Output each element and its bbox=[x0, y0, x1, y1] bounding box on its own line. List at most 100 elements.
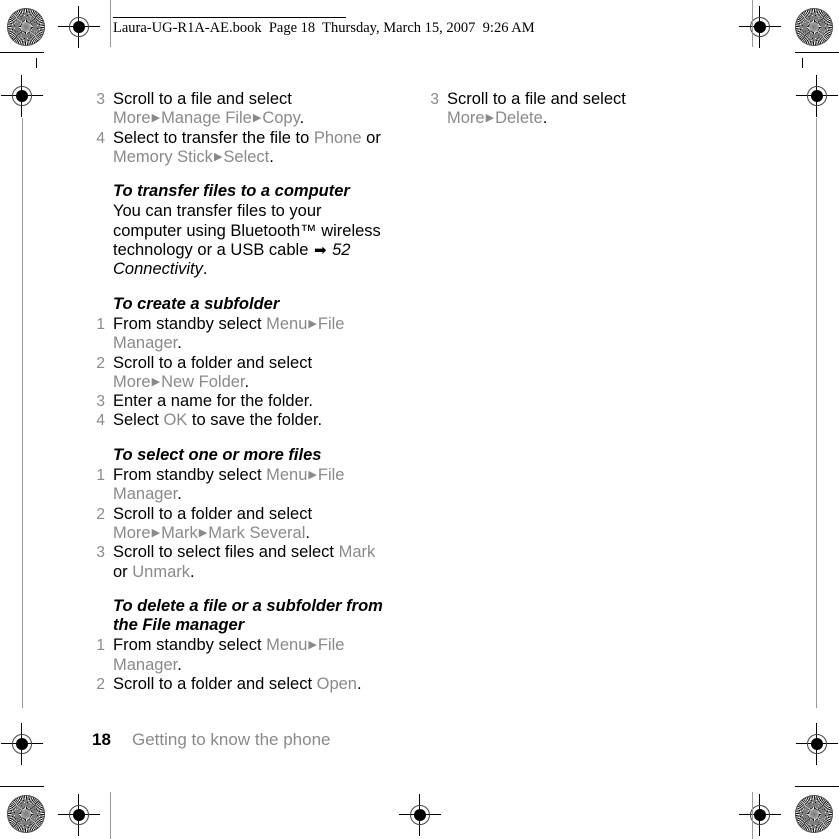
body-text: From standby select bbox=[113, 466, 267, 485]
body-text: Scroll to select files and select bbox=[113, 543, 339, 562]
ui-term: Open bbox=[316, 675, 357, 694]
body-text: . bbox=[305, 523, 310, 542]
step-list: 1 From standby select Menu▶File Manager. 2… bbox=[92, 315, 392, 431]
body-text: or bbox=[113, 562, 133, 581]
body-text: . bbox=[269, 147, 274, 166]
body-text: . bbox=[177, 334, 182, 353]
body-text: . bbox=[542, 109, 548, 128]
page-footer: 18 Getting to know the phone bbox=[92, 729, 330, 751]
step-list: 3 Scroll to a file and select More▶Delete… bbox=[426, 90, 726, 129]
body-text: Scroll to a folder and select bbox=[113, 504, 313, 523]
section-delete-file-continued: 3 Scroll to a file and select More▶Delete… bbox=[426, 90, 726, 129]
body-text: . bbox=[299, 109, 305, 128]
body-text: Select bbox=[113, 411, 164, 430]
step-number: 4 bbox=[96, 129, 105, 147]
step-item: 3 Enter a name for the folder. bbox=[92, 392, 392, 411]
arrow-separator-icon: ▶ bbox=[485, 112, 495, 125]
ui-term: Select bbox=[223, 147, 270, 166]
section-delete-file-or-subfolder: To delete a file or a subfolder from the… bbox=[92, 597, 392, 694]
section-heading: To transfer files to a computer bbox=[113, 182, 350, 201]
body-text: . bbox=[202, 260, 208, 279]
body-text: Enter a name for the folder. bbox=[113, 392, 313, 411]
section-heading: To delete a file or a subfolder from the… bbox=[113, 596, 383, 635]
step-item: 1 From standby select Menu▶File Manager. bbox=[92, 466, 392, 505]
ui-term: Menu bbox=[266, 314, 308, 333]
step-item: 2 Scroll to a folder and select More▶New … bbox=[92, 354, 392, 393]
body-text: From standby select bbox=[113, 636, 267, 655]
step-number: 2 bbox=[96, 676, 105, 694]
arrow-separator-icon: ▶ bbox=[151, 375, 161, 388]
step-item: 2 Scroll to a folder and select Open. bbox=[92, 675, 392, 694]
section-copy-file-steps: 3 Scroll to a file and select More▶Manage… bbox=[92, 90, 392, 167]
step-number: 1 bbox=[96, 637, 105, 655]
arrow-separator-icon: ▶ bbox=[151, 112, 161, 125]
ui-term: OK bbox=[163, 411, 188, 430]
section-create-a-subfolder: To create a subfolder 1 From standby selec… bbox=[92, 295, 392, 431]
ui-term: Mark Several bbox=[208, 523, 306, 542]
step-number: 4 bbox=[96, 412, 105, 430]
body-text: Scroll to a file and select bbox=[447, 90, 626, 108]
body-text: . bbox=[177, 485, 182, 504]
ui-term: More bbox=[113, 372, 151, 391]
step-number: 3 bbox=[96, 393, 105, 411]
body-text: . bbox=[177, 655, 182, 674]
step-number: 2 bbox=[96, 354, 105, 372]
step-number: 1 bbox=[96, 315, 105, 333]
manual-page: 3 Scroll to a file and select More▶Manage… bbox=[0, 0, 839, 839]
ui-term: Copy bbox=[262, 109, 300, 128]
section-heading: To select one or more files bbox=[113, 445, 322, 464]
footer-page-number: 18 bbox=[92, 730, 111, 749]
arrow-separator-icon: ▶ bbox=[308, 317, 317, 330]
ui-term: Mark bbox=[161, 523, 198, 542]
step-item: 2 Scroll to a folder and select More▶Mark… bbox=[92, 505, 392, 544]
step-list: 1 From standby select Menu▶File Manager. 2… bbox=[92, 466, 392, 582]
section-transfer-files-to-computer: To transfer files to a computer You can t… bbox=[92, 182, 392, 279]
step-number: 2 bbox=[96, 505, 105, 523]
body-text: . bbox=[244, 372, 250, 391]
ui-term: Menu bbox=[266, 636, 308, 655]
body-text: Select to transfer the file to bbox=[113, 128, 314, 147]
ui-term: Mark bbox=[338, 543, 376, 562]
section-heading: To create a subfolder bbox=[113, 294, 280, 313]
body-text: Scroll to a folder and select bbox=[113, 675, 317, 694]
body-text: . bbox=[190, 562, 195, 581]
step-item: 1 From standby select Menu▶File Manager. bbox=[92, 636, 392, 675]
ui-term: Unmark bbox=[132, 562, 191, 581]
step-list: 3 Scroll to a file and select More▶Manage… bbox=[92, 90, 392, 167]
step-item: 3 Scroll to select files and select Mark … bbox=[92, 543, 392, 582]
body-text: From standby select bbox=[113, 314, 267, 333]
step-item: 3 Scroll to a file and select More▶Delete… bbox=[426, 90, 726, 129]
arrow-separator-icon: ▶ bbox=[151, 526, 161, 539]
arrow-separator-icon: ▶ bbox=[308, 639, 317, 652]
ui-term: More bbox=[113, 523, 151, 542]
arrow-separator-icon: ▶ bbox=[198, 526, 208, 539]
body-text: or bbox=[361, 128, 381, 147]
section-select-one-or-more-files: To select one or more files 1 From standby… bbox=[92, 446, 392, 582]
ui-term: Manage File bbox=[161, 109, 252, 128]
step-number: 3 bbox=[430, 91, 439, 108]
body-text: Scroll to a folder and select bbox=[113, 353, 313, 372]
step-number: 3 bbox=[96, 91, 105, 108]
arrow-separator-icon: ▶ bbox=[252, 112, 262, 125]
arrow-separator-icon: ▶ bbox=[213, 150, 223, 163]
ui-term: Memory Stick bbox=[113, 147, 213, 166]
left-column: 3 Scroll to a file and select More▶Manage… bbox=[92, 90, 392, 694]
step-list: 1 From standby select Menu▶File Manager. 2… bbox=[92, 636, 392, 694]
ui-term: Delete bbox=[495, 109, 543, 128]
footer-chapter-title: Getting to know the phone bbox=[132, 730, 331, 749]
ui-term: Menu bbox=[266, 466, 308, 485]
ui-term: More bbox=[113, 109, 151, 128]
step-number: 3 bbox=[96, 544, 105, 562]
body-text: . bbox=[356, 675, 362, 694]
body-text: Scroll to a file and select bbox=[113, 90, 292, 108]
body-text: to save the folder. bbox=[187, 411, 323, 430]
step-item: 4 Select to transfer the file to Phone or… bbox=[92, 129, 392, 168]
section-paragraph: You can transfer files to your computer … bbox=[113, 202, 392, 279]
cross-reference-arrow-icon: ➡ bbox=[313, 242, 327, 260]
arrow-separator-icon: ▶ bbox=[308, 469, 317, 482]
right-column: 3 Scroll to a file and select More▶Delete… bbox=[426, 90, 726, 129]
step-number: 1 bbox=[96, 467, 105, 485]
ui-term: More bbox=[447, 109, 485, 128]
step-item: 4 Select OK to save the folder. bbox=[92, 411, 392, 430]
step-item: 1 From standby select Menu▶File Manager. bbox=[92, 315, 392, 354]
